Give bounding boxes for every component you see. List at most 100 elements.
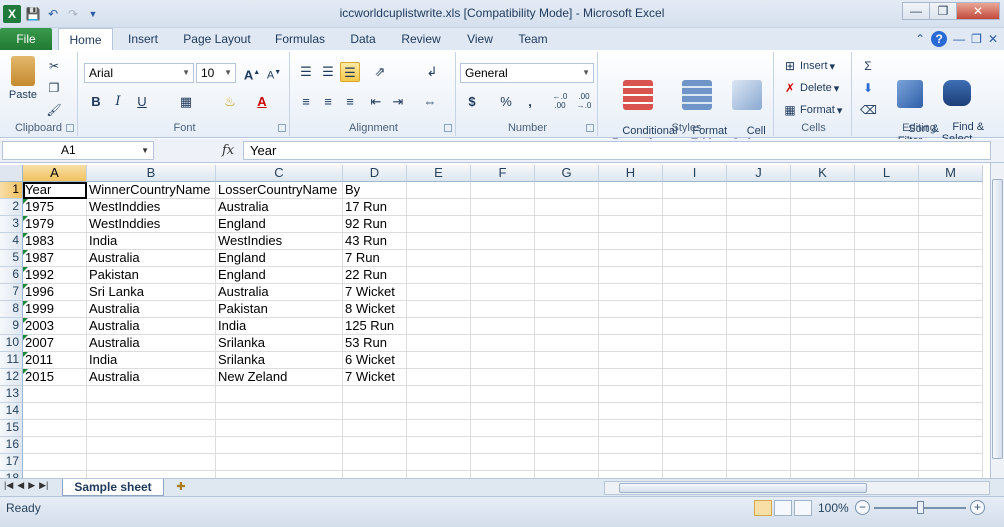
workbook-restore-icon[interactable]: ❐ xyxy=(971,32,982,46)
cell-a12[interactable]: 2015 xyxy=(23,369,87,386)
cell-l4[interactable] xyxy=(855,233,919,250)
paste-button[interactable]: Paste xyxy=(4,56,42,101)
row-header-4[interactable]: 4 xyxy=(0,233,23,250)
row-header-5[interactable]: 5 xyxy=(0,250,23,267)
cell-f4[interactable] xyxy=(471,233,535,250)
cell-e4[interactable] xyxy=(407,233,471,250)
font-color-button[interactable]: A xyxy=(252,92,272,112)
cell-b13[interactable] xyxy=(87,386,216,403)
cell-a14[interactable] xyxy=(23,403,87,420)
column-header-b[interactable]: B xyxy=(87,165,216,182)
zoom-out-button[interactable]: − xyxy=(855,500,870,515)
first-sheet-icon[interactable]: |◀ xyxy=(4,480,13,491)
cell-m18[interactable] xyxy=(919,471,983,478)
align-top-button[interactable]: ☰ xyxy=(296,62,316,82)
cell-g5[interactable] xyxy=(535,250,599,267)
cell-m12[interactable] xyxy=(919,369,983,386)
cell-m7[interactable] xyxy=(919,284,983,301)
cell-c6[interactable]: England xyxy=(216,267,343,284)
tab-home[interactable]: Home xyxy=(58,28,113,51)
cell-e11[interactable] xyxy=(407,352,471,369)
cell-d16[interactable] xyxy=(343,437,407,454)
cell-m17[interactable] xyxy=(919,454,983,471)
cell-b18[interactable] xyxy=(87,471,216,478)
row-header-17[interactable]: 17 xyxy=(0,454,23,471)
cell-c12[interactable]: New Zeland xyxy=(216,369,343,386)
cell-m11[interactable] xyxy=(919,352,983,369)
cell-a10[interactable]: 2007 xyxy=(23,335,87,352)
workbook-minimize-icon[interactable]: — xyxy=(953,32,965,46)
zoom-slider-thumb[interactable] xyxy=(917,501,924,514)
cell-k10[interactable] xyxy=(791,335,855,352)
page-layout-view-button[interactable] xyxy=(774,500,792,516)
prev-sheet-icon[interactable]: ◀ xyxy=(17,480,24,491)
cell-a8[interactable]: 1999 xyxy=(23,301,87,318)
cell-f14[interactable] xyxy=(471,403,535,420)
cell-e7[interactable] xyxy=(407,284,471,301)
currency-button[interactable]: $ xyxy=(462,92,482,112)
cell-c3[interactable]: England xyxy=(216,216,343,233)
tab-data[interactable]: Data xyxy=(344,28,382,50)
cell-k4[interactable] xyxy=(791,233,855,250)
cell-d3[interactable]: 92 Run xyxy=(343,216,407,233)
cell-f1[interactable] xyxy=(471,182,535,199)
cell-f6[interactable] xyxy=(471,267,535,284)
cell-e16[interactable] xyxy=(407,437,471,454)
cell-k17[interactable] xyxy=(791,454,855,471)
cell-k1[interactable] xyxy=(791,182,855,199)
decrease-indent-button[interactable]: ⇤ xyxy=(366,92,386,112)
clipboard-launcher-icon[interactable] xyxy=(66,124,74,132)
minimize-button[interactable]: — xyxy=(902,2,930,20)
copy-button[interactable]: ❐ xyxy=(46,80,62,96)
cell-e5[interactable] xyxy=(407,250,471,267)
normal-view-button[interactable] xyxy=(754,500,772,516)
cell-c16[interactable] xyxy=(216,437,343,454)
cell-e8[interactable] xyxy=(407,301,471,318)
cell-d17[interactable] xyxy=(343,454,407,471)
cell-b5[interactable]: Australia xyxy=(87,250,216,267)
cell-h15[interactable] xyxy=(599,420,663,437)
cell-h16[interactable] xyxy=(599,437,663,454)
row-header-8[interactable]: 8 xyxy=(0,301,23,318)
cell-l15[interactable] xyxy=(855,420,919,437)
cell-k13[interactable] xyxy=(791,386,855,403)
autosum-button[interactable]: Σ xyxy=(860,58,876,74)
cell-l1[interactable] xyxy=(855,182,919,199)
cell-b7[interactable]: Sri Lanka xyxy=(87,284,216,301)
cell-e1[interactable] xyxy=(407,182,471,199)
cell-h8[interactable] xyxy=(599,301,663,318)
cell-m15[interactable] xyxy=(919,420,983,437)
cell-g6[interactable] xyxy=(535,267,599,284)
cell-f16[interactable] xyxy=(471,437,535,454)
cell-h10[interactable] xyxy=(599,335,663,352)
column-header-j[interactable]: J xyxy=(727,165,791,182)
tab-team[interactable]: Team xyxy=(512,28,554,50)
cell-l2[interactable] xyxy=(855,199,919,216)
align-middle-button[interactable]: ☰ xyxy=(318,62,338,82)
cell-j15[interactable] xyxy=(727,420,791,437)
cell-b4[interactable]: India xyxy=(87,233,216,250)
cell-a18[interactable] xyxy=(23,471,87,478)
cell-g14[interactable] xyxy=(535,403,599,420)
column-header-g[interactable]: G xyxy=(535,165,599,182)
worksheet-grid[interactable]: A B C D E F G H I J K L M 1 Year WinnerCountryName Losse… xyxy=(0,165,990,478)
cell-l7[interactable] xyxy=(855,284,919,301)
cell-b2[interactable]: WestInddies xyxy=(87,199,216,216)
cell-j12[interactable] xyxy=(727,369,791,386)
cell-a3[interactable]: 1979 xyxy=(23,216,87,233)
align-right-button[interactable]: ≡ xyxy=(340,92,360,112)
shrink-font-button[interactable]: A▼ xyxy=(264,63,284,83)
cell-c13[interactable] xyxy=(216,386,343,403)
cell-l8[interactable] xyxy=(855,301,919,318)
cell-a1[interactable]: Year xyxy=(23,182,87,199)
help-icon[interactable]: ? xyxy=(931,31,948,47)
cell-h3[interactable] xyxy=(599,216,663,233)
row-header-3[interactable]: 3 xyxy=(0,216,23,233)
alignment-launcher-icon[interactable] xyxy=(444,124,452,132)
cell-g3[interactable] xyxy=(535,216,599,233)
align-center-button[interactable]: ≡ xyxy=(318,92,338,112)
cell-l6[interactable] xyxy=(855,267,919,284)
row-header-7[interactable]: 7 xyxy=(0,284,23,301)
cell-j2[interactable] xyxy=(727,199,791,216)
cell-j17[interactable] xyxy=(727,454,791,471)
